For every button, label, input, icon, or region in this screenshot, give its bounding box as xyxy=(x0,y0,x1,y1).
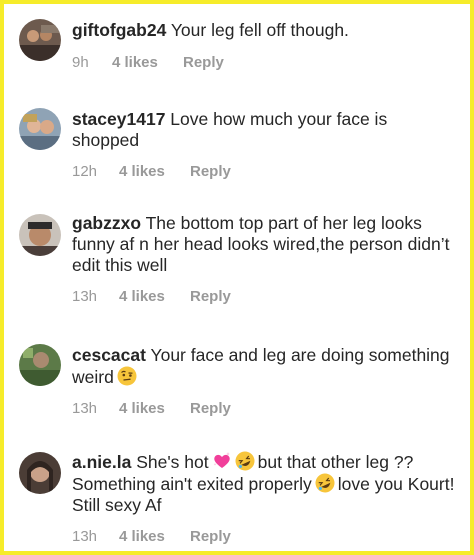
comment-body: giftofgab24 Your leg fell off though. 9h… xyxy=(72,20,458,71)
comment-text: gabzzxo The bottom top part of her leg l… xyxy=(72,213,458,276)
laughing-emoji-icon xyxy=(235,451,255,471)
comment-username[interactable]: a.nie.la xyxy=(72,452,131,472)
comment-timestamp: 12h xyxy=(72,163,98,180)
reply-button[interactable]: Reply xyxy=(190,163,231,180)
comment-meta: 13h 4 likes Reply xyxy=(72,528,458,545)
comment-username[interactable]: gabzzxo xyxy=(72,213,141,233)
comment-text: a.nie.la She's hot but that other leg ??… xyxy=(72,451,458,516)
comment-username[interactable]: giftofgab24 xyxy=(72,20,166,40)
comment-timestamp: 13h xyxy=(72,288,98,305)
comment-body: gabzzxo The bottom top part of her leg l… xyxy=(72,213,458,305)
comment-likes[interactable]: 4 likes xyxy=(119,288,190,305)
comment-message-part-1: She's hot xyxy=(131,452,209,472)
comment-timestamp: 9h xyxy=(72,54,89,71)
comment-body: a.nie.la She's hot but that other leg ??… xyxy=(72,451,458,545)
comment-username[interactable]: stacey1417 xyxy=(72,109,165,129)
avatar[interactable] xyxy=(19,452,61,494)
comment-body: cescacat Your face and leg are doing som… xyxy=(72,345,458,417)
reply-button[interactable]: Reply xyxy=(183,54,224,71)
avatar[interactable] xyxy=(19,214,61,256)
comment-text: stacey1417 Love how much your face is sh… xyxy=(72,109,458,151)
comment-username[interactable]: cescacat xyxy=(72,345,146,365)
comments-panel: giftofgab24 Your leg fell off though. 9h… xyxy=(0,0,474,555)
reply-button[interactable]: Reply xyxy=(190,400,231,417)
comment-text: cescacat Your face and leg are doing som… xyxy=(72,345,458,388)
avatar[interactable] xyxy=(19,344,61,386)
comment-likes[interactable]: 4 likes xyxy=(112,54,183,71)
comment-meta: 9h 4 likes Reply xyxy=(72,54,458,71)
comment-likes[interactable]: 4 likes xyxy=(119,400,190,417)
comment-body: stacey1417 Love how much your face is sh… xyxy=(72,109,458,180)
comment-likes[interactable]: 4 likes xyxy=(119,163,190,180)
comment-timestamp: 13h xyxy=(72,400,98,417)
avatar[interactable] xyxy=(19,19,61,61)
comment-meta: 12h 4 likes Reply xyxy=(72,163,458,180)
laughing-emoji-icon xyxy=(315,473,335,493)
comment-text: giftofgab24 Your leg fell off though. xyxy=(72,20,458,41)
comment-meta: 13h 4 likes Reply xyxy=(72,288,458,305)
avatar[interactable] xyxy=(19,108,61,150)
heart-emoji-icon xyxy=(212,451,232,471)
comment-timestamp: 13h xyxy=(72,528,98,545)
comment-message: Your leg fell off though. xyxy=(166,20,349,40)
comment-meta: 13h 4 likes Reply xyxy=(72,400,458,417)
reply-button[interactable]: Reply xyxy=(190,288,231,305)
reply-button[interactable]: Reply xyxy=(190,528,231,545)
comment-likes[interactable]: 4 likes xyxy=(119,528,190,545)
raised-eyebrow-emoji-icon xyxy=(117,366,137,386)
